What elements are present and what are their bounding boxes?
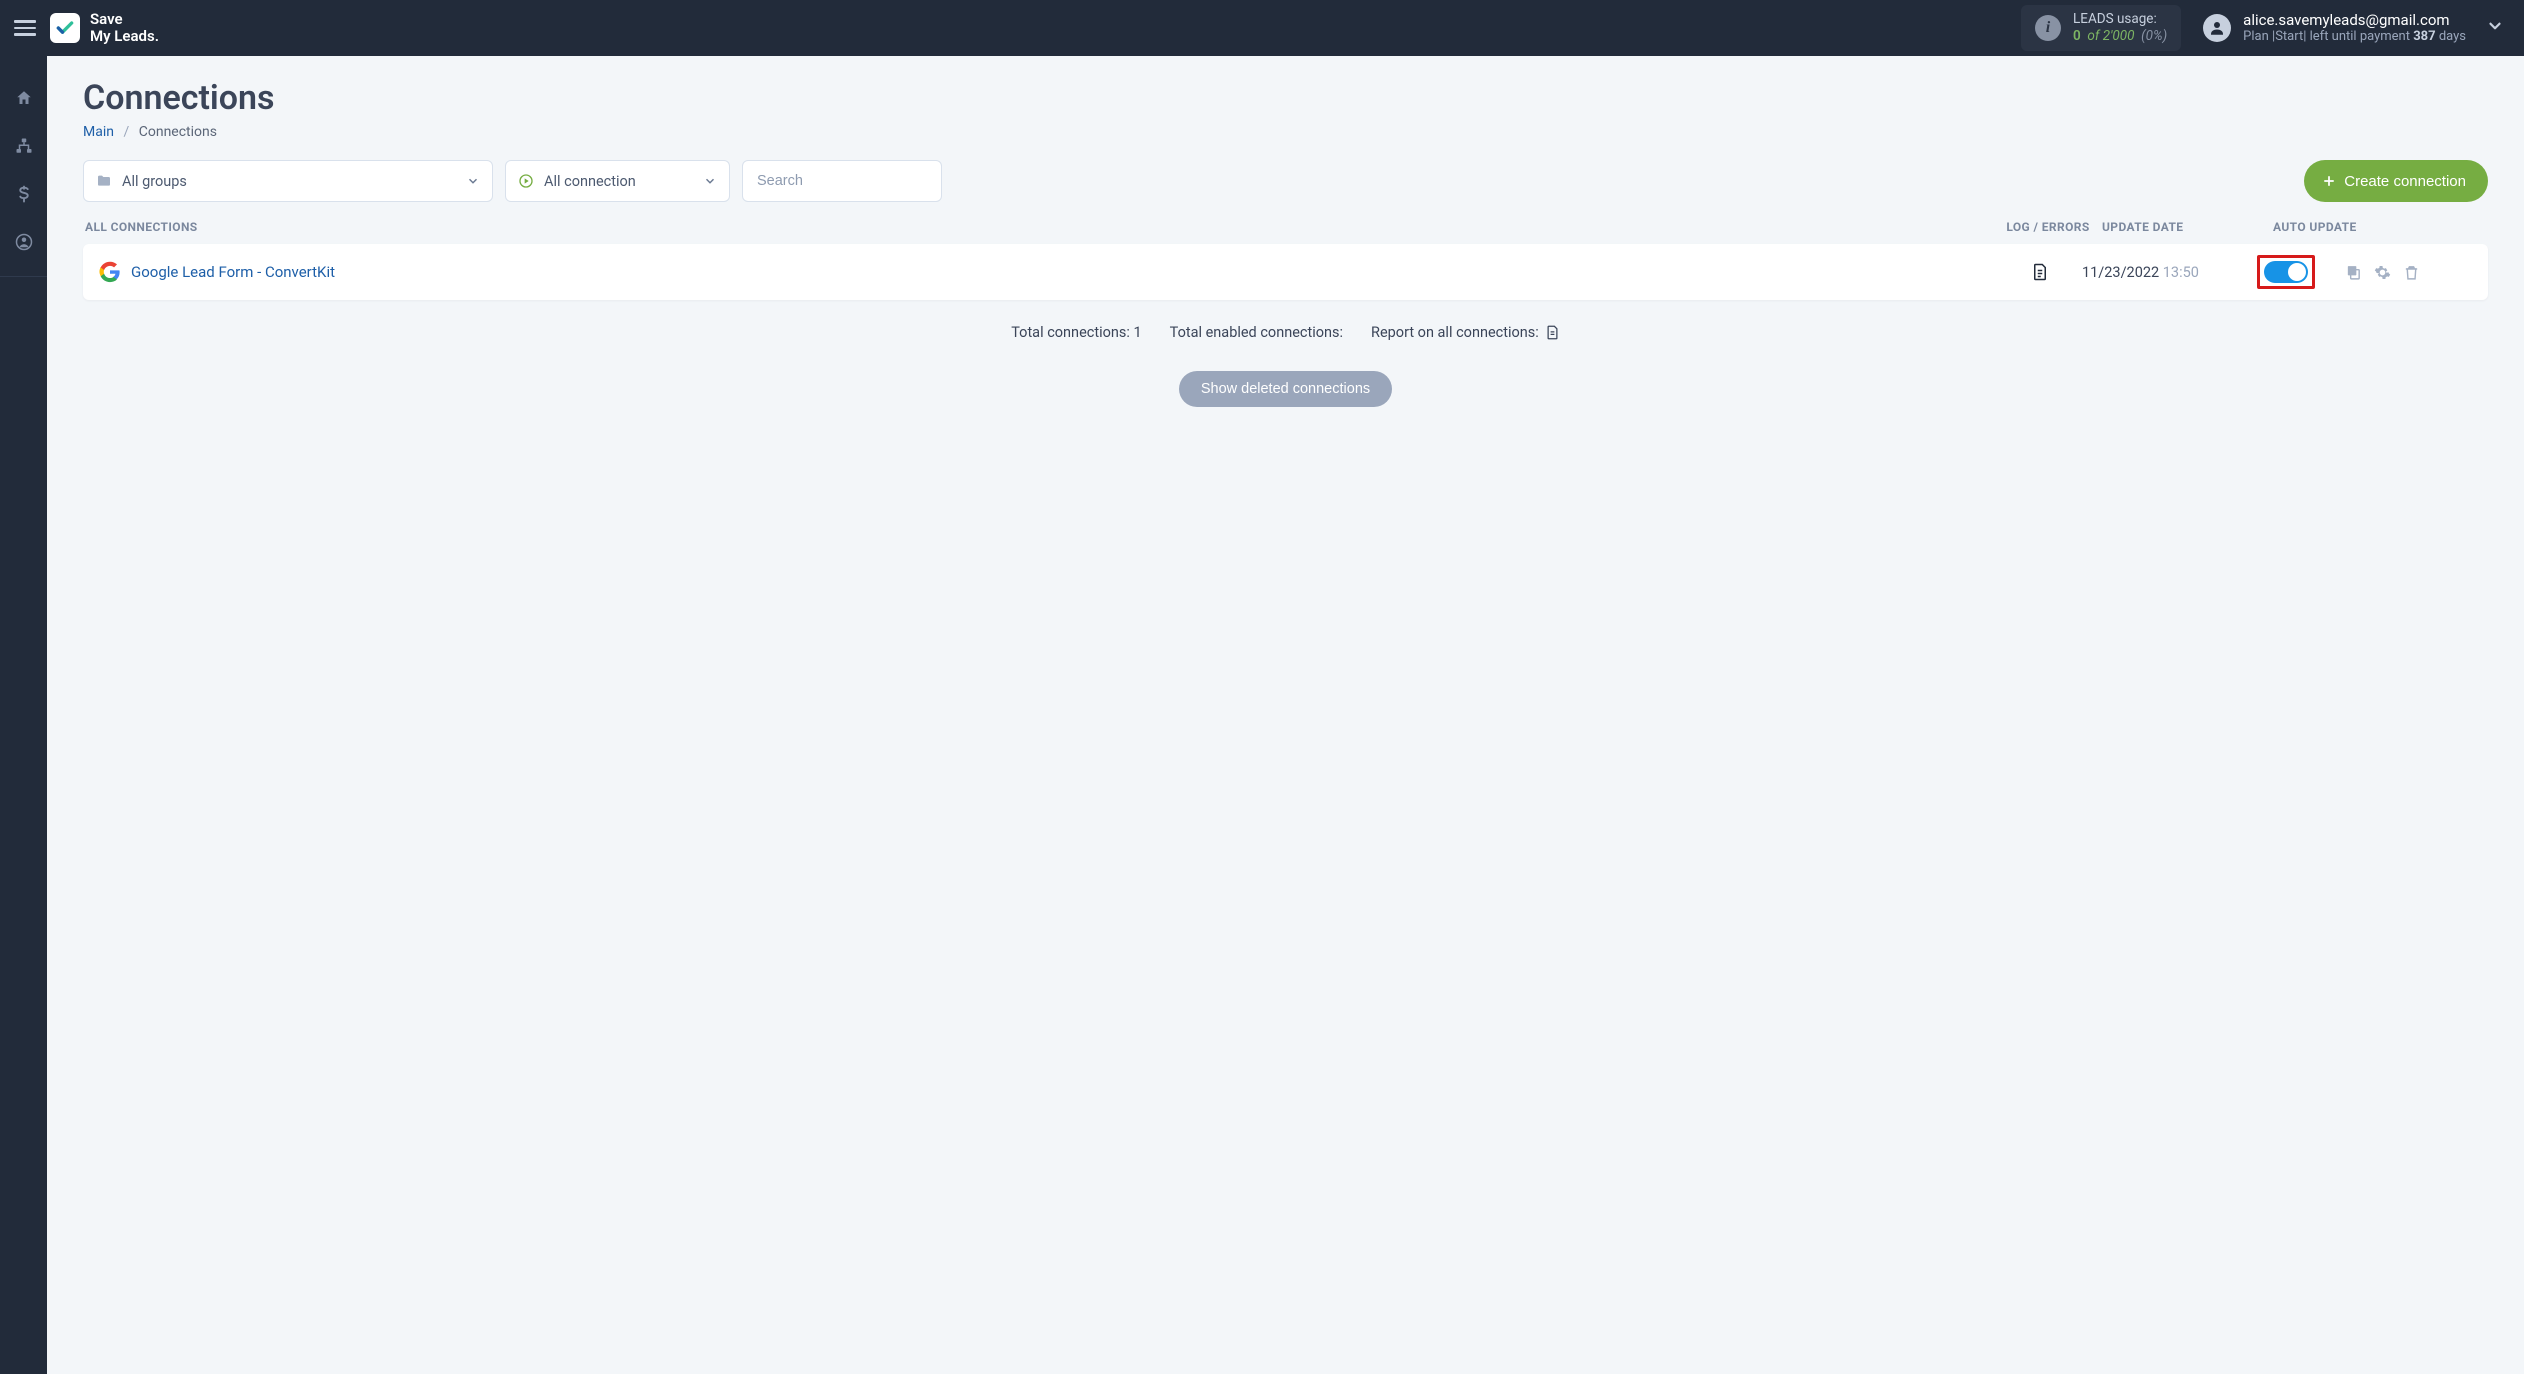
hamburger-icon[interactable] [14,17,36,39]
delete-button[interactable] [2403,264,2420,281]
connection-status-label: All connection [544,173,693,190]
col-header-update: UPDATE DATE [2098,220,2263,234]
user-plan: Plan |Start| left until payment 387 days [2243,29,2466,45]
filters-row: All groups All connection [83,160,2488,202]
update-date: 11/23/2022 13:50 [2082,264,2247,281]
log-button[interactable] [1998,263,2082,281]
sidebar-item-billing[interactable] [0,174,47,214]
document-icon [1545,325,1560,340]
highlight-box [2257,255,2315,289]
leads-usage-box[interactable]: i LEADS usage: 0 of 2'000 (0%) [2021,5,2181,51]
user-email: alice.savemyleads@gmail.com [2243,11,2466,30]
copy-button[interactable] [2345,264,2362,281]
chevron-down-icon[interactable] [2480,11,2510,45]
groups-select[interactable]: All groups [83,160,493,202]
col-header-name: ALL CONNECTIONS [83,220,1998,234]
sidebar-item-account[interactable] [0,222,47,262]
list-header: ALL CONNECTIONS LOG / ERRORS UPDATE DATE… [83,220,2488,244]
col-header-auto: AUTO UPDATE [2263,220,2488,234]
page-title: Connections [83,78,2488,118]
groups-select-label: All groups [122,173,456,190]
stats-report[interactable]: Report on all connections: [1371,324,1560,341]
table-row: Google Lead Form - ConvertKit 11/23/2022… [83,244,2488,300]
breadcrumb: Main / Connections [83,124,2488,140]
sidebar [0,56,47,1374]
breadcrumb-current: Connections [139,124,217,140]
leads-usage-value: 0 of 2'000 (0%) [2073,28,2167,45]
stats-enabled: Total enabled connections: [1170,324,1343,341]
breadcrumb-sep: / [123,124,129,140]
chevron-down-icon [703,174,717,188]
google-icon [99,261,121,283]
folder-icon [96,173,112,189]
play-circle-icon [518,173,534,189]
info-icon: i [2035,15,2061,41]
user-avatar-icon [2203,14,2231,42]
sidebar-separator [0,276,47,277]
user-menu[interactable]: alice.savemyleads@gmail.com Plan |Start|… [2203,11,2466,46]
sidebar-item-home[interactable] [0,78,47,118]
sidebar-item-connections[interactable] [0,126,47,166]
create-connection-label: Create connection [2344,173,2466,190]
col-header-log: LOG / ERRORS [1998,220,2098,234]
settings-button[interactable] [2374,264,2391,281]
stats-row: Total connections: 1 Total enabled conne… [83,324,2488,341]
stats-total: Total connections: 1 [1011,324,1141,341]
main-content: Connections Main / Connections All group… [47,56,2524,1374]
search-input[interactable] [742,160,942,202]
connection-status-select[interactable]: All connection [505,160,730,202]
brand-logo-icon [50,13,80,43]
leads-usage-label: LEADS usage: [2073,11,2167,28]
auto-update-toggle[interactable] [2264,261,2308,283]
breadcrumb-main[interactable]: Main [83,124,114,140]
connection-title-link[interactable]: Google Lead Form - ConvertKit [131,263,1998,281]
create-connection-button[interactable]: Create connection [2304,160,2488,202]
chevron-down-icon [466,174,480,188]
show-deleted-button[interactable]: Show deleted connections [1179,371,1392,407]
topbar: Save My Leads. i LEADS usage: 0 of 2'000… [0,0,2524,56]
brand[interactable]: Save My Leads. [50,11,159,46]
brand-text: Save My Leads. [90,11,159,46]
